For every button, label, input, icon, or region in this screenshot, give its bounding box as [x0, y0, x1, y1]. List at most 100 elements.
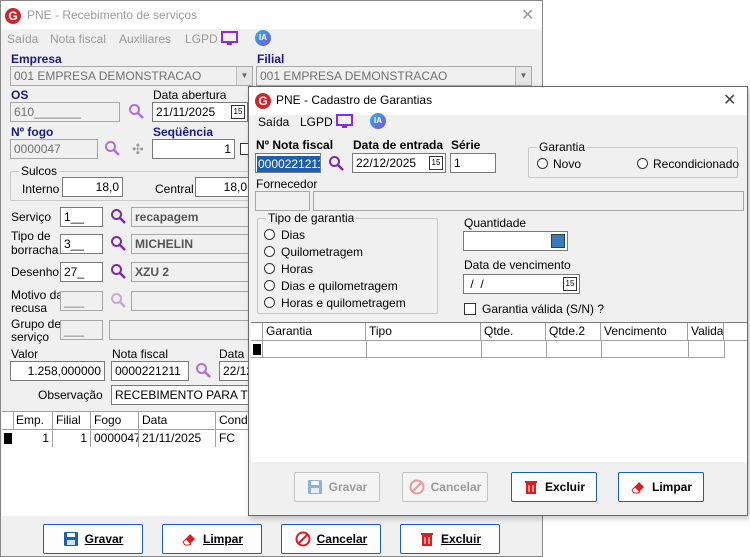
col-emp[interactable]: Emp.: [13, 412, 53, 430]
menu-saida[interactable]: Saída: [7, 32, 38, 46]
col-data[interactable]: Data: [139, 412, 216, 430]
plus-icon[interactable]: ✣: [132, 141, 144, 158]
dialog-excluir-label: Excluir: [544, 480, 586, 494]
titlebar: G PNE - Recebimento de serviços ✕: [1, 1, 542, 29]
data-abertura-input[interactable]: 21/11/2025 15: [152, 102, 248, 122]
chevron-down-icon[interactable]: ▼: [236, 67, 252, 85]
cell-fogo: 0000047: [91, 430, 139, 447]
dialog-gravar-label: Gravar: [328, 480, 368, 494]
dias-radio[interactable]: [264, 229, 275, 240]
quilometragem-radio[interactable]: [264, 246, 275, 257]
novo-label: Novo: [553, 157, 582, 171]
interno-input[interactable]: 18,0: [62, 177, 123, 197]
valor-input[interactable]: 1.258,000000: [10, 361, 105, 381]
monitor-icon[interactable]: [221, 31, 238, 46]
search-icon[interactable]: [128, 103, 144, 119]
close-icon[interactable]: ✕: [521, 5, 534, 25]
garantias-grid-header: Garantia Tipo Qtde. Qtde.2 Vencimento Va…: [251, 323, 747, 341]
data-abertura-value: 21/11/2025: [156, 105, 216, 119]
observacao-label: Observação: [38, 388, 103, 402]
calendar-icon[interactable]: 15: [563, 277, 577, 291]
dialog-menu-saida[interactable]: Saída: [258, 115, 289, 129]
col-qtde[interactable]: Qtde.: [481, 323, 546, 341]
os-input[interactable]: 610_______: [10, 102, 120, 122]
search-icon[interactable]: [104, 140, 120, 156]
menu-lgpd[interactable]: LGPD: [185, 32, 218, 46]
sequencia-input[interactable]: 1: [152, 139, 235, 159]
gravar-button[interactable]: Gravar: [43, 524, 143, 554]
table-row[interactable]: [251, 341, 725, 358]
dialog-cancelar-button[interactable]: Cancelar: [402, 472, 488, 502]
fogo-input[interactable]: 0000047: [10, 139, 98, 159]
desenho-code-input[interactable]: 27_: [60, 262, 103, 282]
col-valida[interactable]: Valida: [688, 323, 724, 341]
dialog-limpar-button[interactable]: Limpar: [618, 472, 704, 502]
data-vencimento-input[interactable]: / / 15: [463, 274, 580, 294]
dialog-cancelar-label: Cancelar: [430, 480, 482, 494]
data-entrada-input[interactable]: 22/12/2025 15: [352, 153, 446, 173]
grupo-code-input[interactable]: ___: [60, 320, 103, 340]
search-icon[interactable]: [195, 362, 211, 378]
nota-fiscal-input[interactable]: 0000221211: [111, 361, 189, 381]
monitor-icon[interactable]: [336, 114, 353, 129]
calendar-icon[interactable]: 15: [231, 105, 245, 119]
cell-divider: [724, 341, 725, 358]
dialog-menu-lgpd[interactable]: LGPD: [300, 115, 333, 129]
search-icon[interactable]: [110, 292, 126, 308]
tipo-borracha-code-input[interactable]: 3__: [60, 234, 103, 254]
dialog-nota-fiscal-input[interactable]: 0000221211: [255, 153, 321, 173]
motivo-code-input[interactable]: ___: [60, 291, 103, 311]
col-vencimento[interactable]: Vencimento: [601, 323, 688, 341]
serie-input[interactable]: 1: [450, 153, 496, 173]
col-garantia[interactable]: Garantia: [262, 323, 366, 341]
novo-radio[interactable]: [537, 158, 548, 169]
excluir-button[interactable]: Excluir: [400, 524, 500, 554]
save-icon: [307, 480, 322, 494]
recondicionado-radio[interactable]: [637, 158, 648, 169]
col-filial[interactable]: Filial: [53, 412, 91, 430]
filial-select[interactable]: 001 EMPRESA DEMONSTRACAO ▼: [256, 66, 532, 86]
close-icon[interactable]: ✕: [723, 90, 736, 110]
search-icon[interactable]: [110, 263, 126, 279]
limpar-button[interactable]: Limpar: [162, 524, 262, 554]
data-entrada-label: Data de entrada: [353, 138, 444, 152]
col-fogo[interactable]: Fogo: [91, 412, 139, 430]
menu-auxiliares[interactable]: Auxiliares: [119, 32, 171, 46]
search-icon[interactable]: [110, 235, 126, 251]
ia-icon[interactable]: IA: [370, 113, 386, 129]
recondicionado-label: Recondicionado: [653, 157, 740, 171]
cell-divider: [481, 341, 482, 358]
observacao-input[interactable]: RECEBIMENTO PARA TES: [111, 385, 253, 405]
tipo-borracha-label-1: Tipo de: [11, 229, 51, 243]
central-input[interactable]: 18,0: [195, 177, 251, 197]
garantia-valida-label: Garantia válida (S/N) ?: [482, 302, 605, 316]
empresa-value: 001 EMPRESA DEMONSTRACAO: [14, 69, 202, 83]
calculator-icon[interactable]: [551, 234, 565, 248]
horas-quilometragem-radio[interactable]: [264, 297, 275, 308]
eraser-icon: [182, 534, 195, 546]
chevron-down-icon[interactable]: ▼: [515, 67, 531, 85]
tipo-borracha-desc: MICHELIN: [131, 234, 253, 254]
ia-icon[interactable]: IA: [255, 30, 271, 46]
dialog-gravar-button[interactable]: Gravar: [294, 472, 380, 502]
dialog-excluir-button[interactable]: Excluir: [511, 472, 597, 502]
cancelar-button[interactable]: Cancelar: [281, 524, 381, 554]
calendar-icon[interactable]: 15: [429, 156, 443, 170]
search-icon[interactable]: [110, 208, 126, 224]
garantia-valida-checkbox[interactable]: [464, 303, 476, 315]
valor-label: Valor: [11, 347, 39, 361]
os-label: OS: [11, 88, 29, 102]
fornecedor-code-input[interactable]: [255, 191, 310, 211]
col-tipo[interactable]: Tipo: [366, 323, 481, 341]
horas-radio[interactable]: [264, 263, 275, 274]
sequencia-label: Seqüência: [153, 125, 214, 139]
search-icon[interactable]: [328, 155, 344, 171]
menu-nota-fiscal[interactable]: Nota fiscal: [50, 32, 106, 46]
empresa-select[interactable]: 001 EMPRESA DEMONSTRACAO ▼: [10, 66, 253, 86]
quantidade-input[interactable]: [463, 231, 568, 251]
dialog-title: PNE - Cadastro de Garantias: [276, 93, 433, 107]
motivo-label-2: recusa: [11, 301, 48, 315]
col-qtde2[interactable]: Qtde.2: [546, 323, 601, 341]
servico-code-input[interactable]: 1__: [60, 207, 103, 227]
dias-quilometragem-radio[interactable]: [264, 280, 275, 291]
